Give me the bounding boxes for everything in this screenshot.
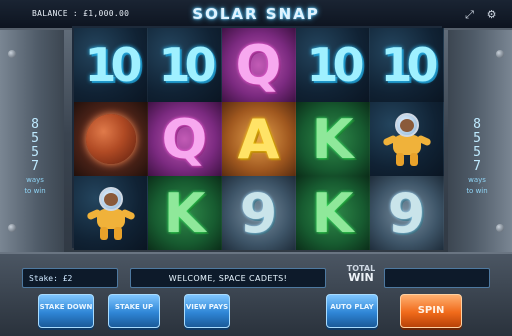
reel-symbol-k: K	[148, 176, 222, 250]
fullscreen-icon[interactable]: ⤢	[463, 8, 476, 21]
stake-down-button[interactable]: STAKE DOWN	[38, 294, 94, 328]
stake-up-button[interactable]: STAKE UP	[108, 294, 160, 328]
ways-digit: 5	[31, 131, 39, 146]
reel-symbol-q: Q	[222, 28, 296, 102]
reel-symbol-astronaut	[370, 102, 444, 176]
ways-label: to win	[24, 187, 46, 195]
left-side-panel: 8 5 5 7 ways to win	[0, 30, 64, 252]
reel-symbol-nine: 9	[222, 176, 296, 250]
astronaut-icon	[85, 185, 137, 241]
ways-label: ways	[468, 176, 486, 184]
reel-symbol-ten: 10	[370, 28, 444, 102]
ways-digit: 8	[473, 117, 481, 132]
reel-symbol-ten: 10	[296, 28, 370, 102]
ways-to-win-right: 8 5 5 7 ways to win	[457, 118, 497, 196]
total-win-label-bottom: WIN	[348, 271, 374, 284]
settings-icon[interactable]: ⚙	[485, 8, 498, 21]
reel-symbol-k: K	[296, 176, 370, 250]
ways-digit: 5	[31, 145, 39, 160]
planet-icon	[85, 114, 136, 164]
total-win-label: TOTAL WIN	[340, 264, 382, 284]
stake-display: Stake: £2	[22, 268, 118, 288]
right-side-panel: 8 5 5 7 ways to win	[448, 30, 512, 252]
spin-button[interactable]: SPIN	[400, 294, 462, 328]
ways-label: ways	[26, 176, 44, 184]
reel-symbol-nine: 9	[370, 176, 444, 250]
reel-symbol-ten: 10	[74, 28, 148, 102]
reel-symbol-q: Q	[148, 102, 222, 176]
auto-play-button[interactable]: AUTO PLAY	[326, 294, 378, 328]
view-pays-button[interactable]: VIEW PAYS	[184, 294, 230, 328]
rivet-icon	[496, 50, 504, 58]
ways-digit: 5	[473, 131, 481, 146]
reel-symbol-planet	[74, 102, 148, 176]
message-bar: WELCOME, SPACE CADETS!	[130, 268, 326, 288]
astronaut-icon	[381, 111, 433, 167]
ways-digit: 7	[473, 159, 481, 174]
ways-digit: 7	[31, 159, 39, 174]
reel-grid: 10 10 Q 10 10 Q A K K 9 K 9	[72, 26, 444, 250]
rivet-icon	[8, 224, 16, 232]
rivet-icon	[496, 224, 504, 232]
rivet-icon	[8, 50, 16, 58]
ways-label: to win	[466, 187, 488, 195]
ways-to-win-left: 8 5 5 7 ways to win	[15, 118, 55, 196]
reel-symbol-astronaut	[74, 176, 148, 250]
reel-symbol-k: K	[296, 102, 370, 176]
reel-symbol-ten: 10	[148, 28, 222, 102]
total-win-display	[384, 268, 490, 288]
ways-digit: 5	[473, 145, 481, 160]
ways-digit: 8	[31, 117, 39, 132]
game-title: SOLAR SNAP	[192, 5, 320, 23]
top-icons: ⤢ ⚙	[463, 8, 498, 21]
reel-symbol-a: A	[222, 102, 296, 176]
control-panel: Stake: £2 WELCOME, SPACE CADETS! TOTAL W…	[0, 252, 512, 336]
